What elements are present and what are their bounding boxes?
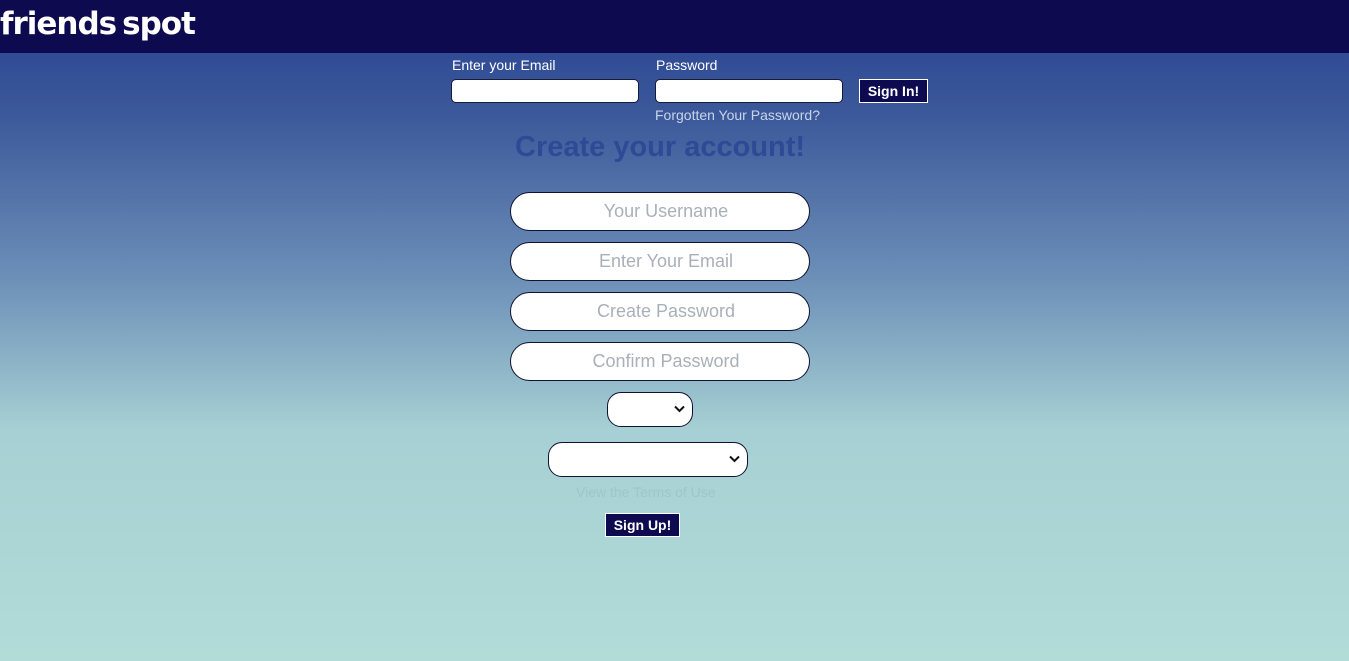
- username-placeholder: Your Username: [603, 201, 729, 221]
- signin-password-label: Password: [656, 57, 718, 73]
- signup-select-wide[interactable]: [548, 442, 748, 477]
- confirm-password-placeholder: Confirm Password: [592, 351, 740, 371]
- create-account-heading: Create your account!: [515, 131, 806, 163]
- top-navbar: friends spot: [0, 0, 1349, 53]
- username-input[interactable]: Your Username: [510, 192, 810, 231]
- signin-email-input[interactable]: [451, 79, 639, 103]
- logo-part-friends: friends: [0, 6, 117, 42]
- sign-up-button[interactable]: Sign Up!: [605, 513, 680, 537]
- email-placeholder: Enter Your Email: [598, 251, 734, 271]
- forgot-password-link[interactable]: Forgotten Your Password?: [655, 107, 820, 123]
- sign-in-button[interactable]: Sign In!: [859, 79, 928, 103]
- confirm-password-input[interactable]: Confirm Password: [510, 342, 810, 381]
- signin-password-input[interactable]: [655, 79, 843, 103]
- signup-select-small[interactable]: [607, 392, 693, 427]
- create-password-placeholder: Create Password: [596, 301, 736, 321]
- create-password-input[interactable]: Create Password: [510, 292, 810, 331]
- logo[interactable]: friends spot: [0, 6, 196, 42]
- logo-part-spot: spot: [122, 6, 196, 42]
- terms-of-use-link[interactable]: View the Terms of Use: [576, 484, 716, 500]
- signup-email-input[interactable]: Enter Your Email: [510, 242, 810, 281]
- signin-email-label: Enter your Email: [452, 57, 556, 73]
